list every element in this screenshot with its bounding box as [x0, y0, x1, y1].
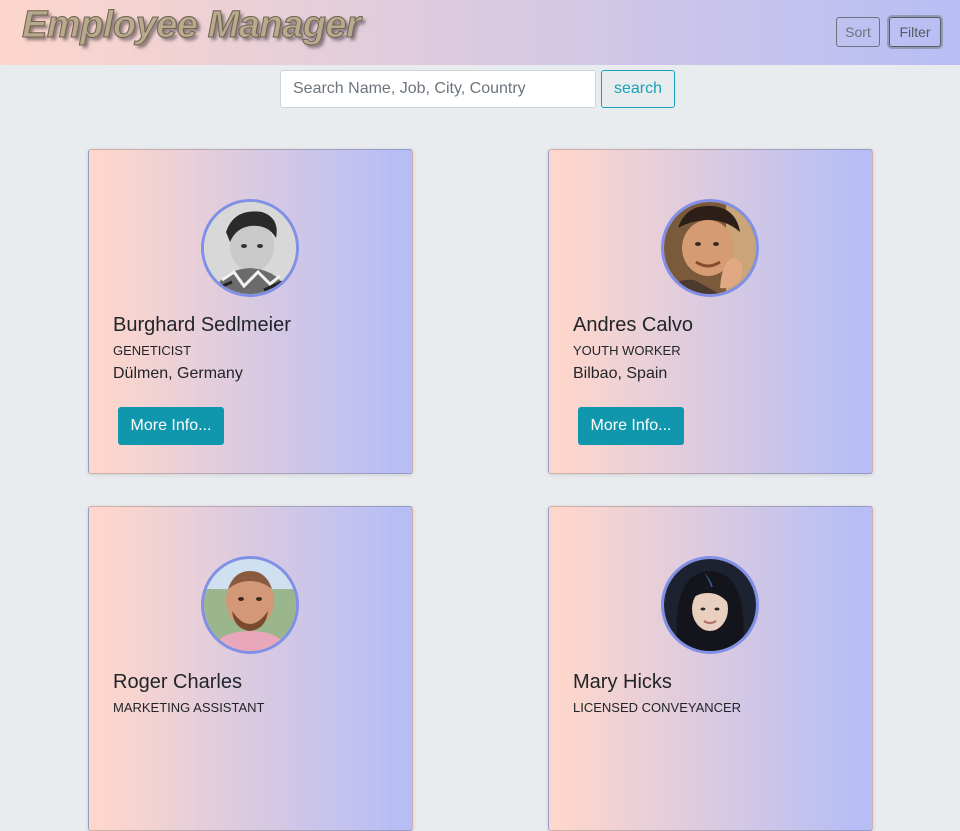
avatar-photo-icon	[664, 202, 756, 294]
filter-button[interactable]: Filter	[889, 17, 941, 47]
employee-card: Andres Calvo YOUTH WORKER Bilbao, Spain …	[548, 149, 873, 474]
top-navbar: Employee Manager Sort Filter	[0, 0, 960, 65]
employee-name: Andres Calvo	[573, 314, 694, 336]
avatar-photo-icon	[204, 559, 296, 651]
employee-avatar	[661, 199, 759, 297]
employee-job: LICENSED CONVEYANCER	[573, 700, 742, 715]
employee-card: Roger Charles MARKETING ASSISTANT	[88, 506, 413, 831]
employee-location: Dülmen, Germany	[113, 365, 243, 382]
employee-avatar	[661, 556, 759, 654]
search-input[interactable]	[280, 70, 596, 108]
search-button[interactable]: search	[601, 70, 675, 108]
employee-job: GENETICIST	[113, 343, 192, 358]
employee-job: MARKETING ASSISTANT	[113, 700, 265, 715]
employee-name: Burghard Sedlmeier	[113, 314, 291, 336]
avatar-photo-icon	[204, 202, 296, 294]
sort-button[interactable]: Sort	[836, 17, 880, 47]
employee-name: Roger Charles	[113, 671, 242, 693]
more-info-button[interactable]: More Info...	[118, 407, 224, 445]
employee-avatar	[201, 556, 299, 654]
employee-card: Burghard Sedlmeier GENETICIST Dülmen, Ge…	[88, 149, 413, 474]
more-info-button[interactable]: More Info...	[578, 407, 684, 445]
employee-job: YOUTH WORKER	[573, 343, 681, 358]
employee-avatar	[201, 199, 299, 297]
employee-card: Mary Hicks LICENSED CONVEYANCER	[548, 506, 873, 831]
employee-name: Mary Hicks	[573, 671, 672, 693]
app-brand-title[interactable]: Employee Manager	[21, 4, 361, 47]
employee-location: Bilbao, Spain	[573, 365, 668, 382]
avatar-photo-icon	[664, 559, 756, 651]
